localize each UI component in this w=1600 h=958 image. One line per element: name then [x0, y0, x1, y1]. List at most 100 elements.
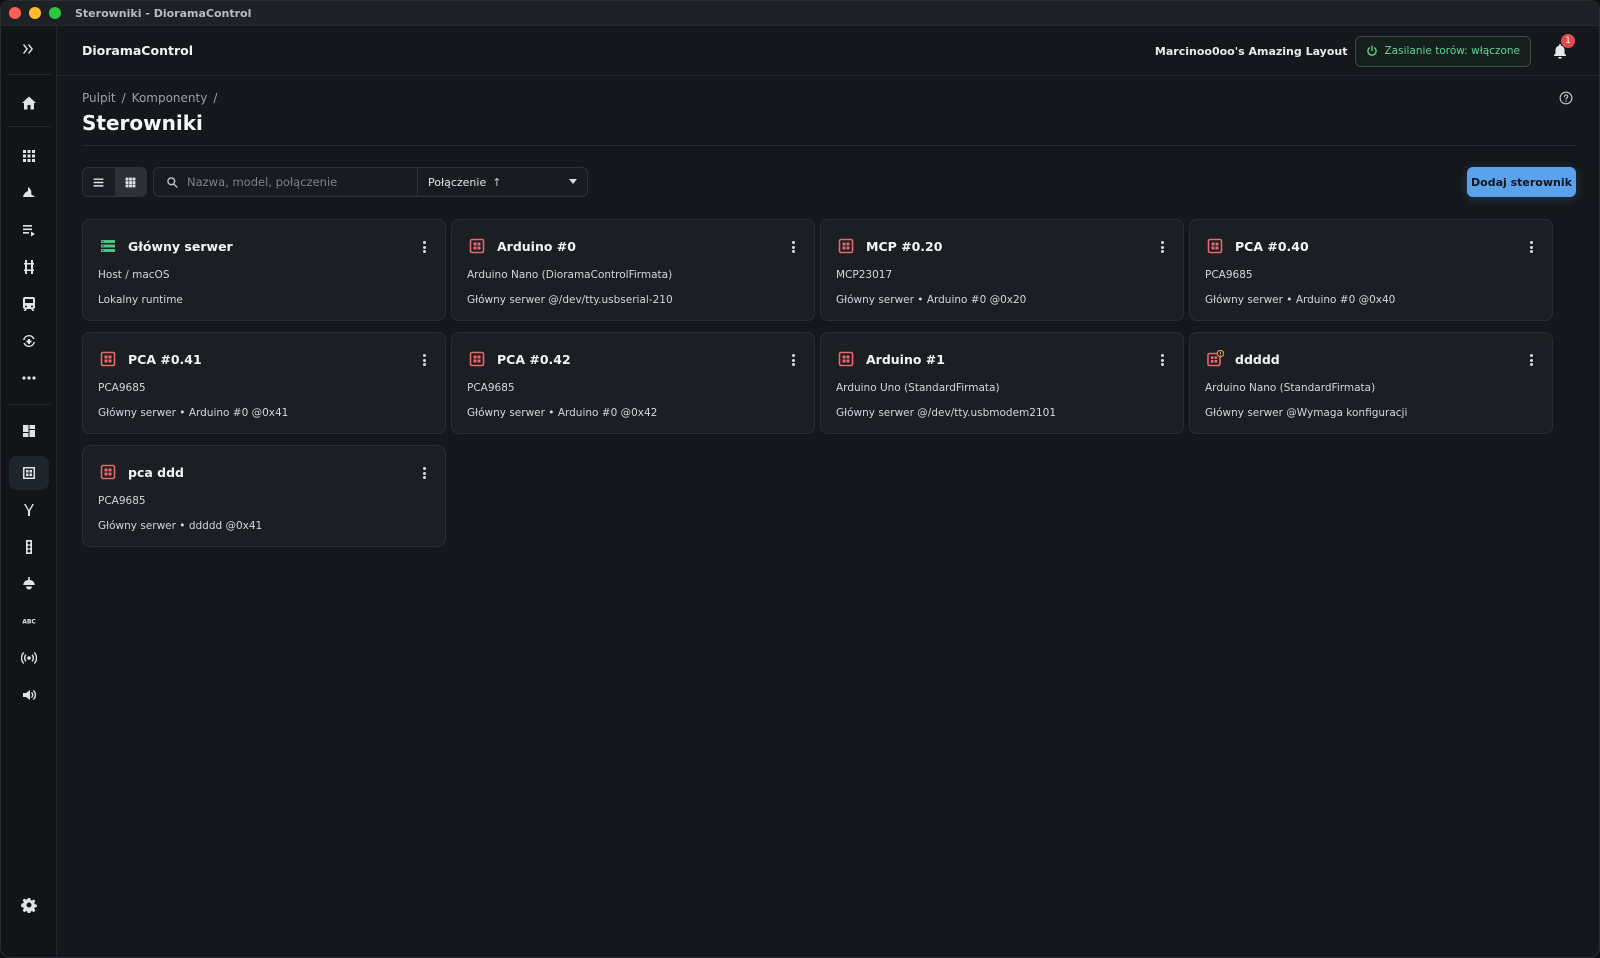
controller-name: PCA #0.42 — [497, 352, 571, 367]
controllers-icon[interactable] — [9, 456, 49, 490]
notification-count-badge: 1 — [1561, 34, 1575, 48]
controller-name: Arduino #1 — [866, 352, 945, 367]
abc-text-icon[interactable]: ABC — [9, 604, 49, 638]
more-options-icon[interactable] — [1159, 239, 1165, 255]
server-icon — [101, 240, 115, 252]
expand-sidebar-icon[interactable] — [9, 32, 49, 66]
controller-connection: Lokalny runtime — [98, 294, 183, 306]
page-title: Sterowniki — [82, 111, 203, 135]
title-divider — [82, 145, 1576, 146]
board-icon — [469, 351, 485, 367]
grid-view-button[interactable] — [114, 168, 146, 196]
more-options-icon[interactable] — [421, 465, 427, 481]
controller-connection: Główny serwer • Arduino #0 @0x41 — [98, 407, 289, 419]
board-icon — [100, 351, 116, 367]
list-icon — [93, 177, 104, 187]
controller-name: MCP #0.20 — [866, 239, 943, 254]
turnout-icon[interactable] — [9, 493, 49, 527]
breadcrumb: Pulpit / Komponenty / — [82, 91, 217, 105]
more-icon[interactable] — [9, 361, 49, 395]
controller-connection: Główny serwer • Arduino #0 @0x42 — [467, 407, 658, 419]
notifications-button[interactable]: 1 — [1545, 34, 1575, 66]
board-icon — [469, 238, 485, 254]
automation-icon[interactable] — [9, 324, 49, 358]
controller-model: PCA9685 — [98, 495, 146, 507]
controller-name: PCA #0.41 — [128, 352, 202, 367]
breadcrumb-item-komponenty[interactable]: Komponenty — [132, 91, 208, 105]
more-options-icon[interactable] — [421, 239, 427, 255]
sidebar: ABC — [1, 26, 57, 957]
search-icon — [167, 176, 178, 188]
track-power-button[interactable]: Zasilanie torów: włączone — [1355, 35, 1531, 67]
grid-icon — [125, 177, 136, 187]
apps-grid-icon[interactable] — [9, 139, 49, 173]
sidebar-divider — [7, 404, 51, 405]
search-input[interactable] — [187, 175, 407, 189]
breadcrumb-separator: / — [213, 91, 218, 105]
title-bar: Sterowniki - DioramaControl — [1, 1, 1599, 26]
more-options-icon[interactable] — [790, 352, 796, 368]
controller-card[interactable]: pca ddd PCA9685 Główny serwer • ddddd @0x4… — [82, 445, 446, 547]
controller-card[interactable]: Arduino #0 Arduino Nano (DioramaControlFi… — [451, 219, 815, 321]
board-icon — [100, 464, 116, 480]
sort-direction-arrow-icon[interactable]: ↑ — [492, 176, 501, 189]
more-options-icon[interactable] — [1159, 352, 1165, 368]
controller-name: PCA #0.40 — [1235, 239, 1309, 254]
controller-model: Arduino Nano (DioramaControlFirmata) — [467, 269, 673, 281]
board-warning-icon — [1207, 350, 1224, 367]
more-options-icon[interactable] — [790, 239, 796, 255]
controller-connection: Główny serwer • Arduino #0 @0x20 — [836, 294, 1027, 306]
chevron-down-icon — [569, 179, 577, 184]
controller-connection: Główny serwer @/dev/tty.usbmodem2101 — [836, 407, 1057, 419]
track-icon[interactable] — [9, 250, 49, 284]
traffic-light-icon[interactable] — [9, 530, 49, 564]
controller-model: PCA9685 — [1205, 269, 1253, 281]
controller-card[interactable]: ddddd Arduino Nano (StandardFirmata) Główn… — [1189, 332, 1553, 434]
controller-name: pca ddd — [128, 465, 184, 480]
add-controller-button[interactable]: Dodaj sterownik — [1467, 167, 1576, 197]
top-header: DioramaControl Marcinoo0oo's Amazing Lay… — [57, 26, 1599, 76]
controller-card[interactable]: PCA #0.41 PCA9685 Główny serwer • Arduino … — [82, 332, 446, 434]
board-icon — [1207, 238, 1223, 254]
header-actions: Marcinoo0oo's Amazing Layout Zasilanie t… — [1155, 26, 1599, 76]
controller-connection: Główny serwer @/dev/tty.usbserial-210 — [467, 294, 673, 306]
help-icon[interactable] — [1559, 91, 1573, 105]
controller-model: MCP23017 — [836, 269, 893, 281]
more-options-icon[interactable] — [1528, 239, 1534, 255]
controller-name: ddddd — [1235, 352, 1280, 367]
lamp-icon[interactable] — [9, 567, 49, 601]
controller-card[interactable]: Arduino #1 Arduino Uno (StandardFirmata) G… — [820, 332, 1184, 434]
controller-name: Arduino #0 — [497, 239, 576, 254]
sidebar-divider — [7, 74, 51, 75]
dashboard-icon[interactable] — [9, 414, 49, 448]
app-window: Sterowniki - DioramaControl ABC DioramaC… — [0, 0, 1600, 958]
window-title: Sterowniki - DioramaControl — [75, 6, 252, 20]
controller-model: Arduino Nano (StandardFirmata) — [1205, 382, 1376, 394]
more-options-icon[interactable] — [1528, 352, 1534, 368]
controller-model: PCA9685 — [467, 382, 515, 394]
controller-card[interactable]: Główny serwer Host / macOS Lokalny runtime — [82, 219, 446, 321]
list-view-button[interactable] — [83, 168, 115, 196]
controller-card[interactable]: PCA #0.40 PCA9685 Główny serwer • Arduino … — [1189, 219, 1553, 321]
breadcrumb-item-pulpit[interactable]: Pulpit — [82, 91, 116, 105]
controller-card[interactable]: PCA #0.42 PCA9685 Główny serwer • Arduino … — [451, 332, 815, 434]
view-toggle — [82, 167, 147, 197]
playlist-icon[interactable] — [9, 213, 49, 247]
more-options-icon[interactable] — [421, 352, 427, 368]
sidebar-divider — [7, 126, 51, 127]
minimize-window-button[interactable] — [29, 7, 41, 19]
board-icon — [838, 351, 854, 367]
train-icon[interactable] — [9, 287, 49, 321]
close-window-button[interactable] — [9, 7, 21, 19]
volume-icon[interactable] — [9, 678, 49, 712]
settings-gear-icon[interactable] — [9, 888, 49, 922]
signal-icon[interactable] — [9, 176, 49, 210]
layout-name[interactable]: Marcinoo0oo's Amazing Layout — [1155, 45, 1348, 58]
home-icon[interactable] — [9, 86, 49, 120]
controller-connection: Główny serwer @Wymaga konfiguracji — [1205, 407, 1408, 419]
broadcast-icon[interactable] — [9, 641, 49, 675]
sort-select[interactable]: Połączenie ↑ — [417, 167, 588, 197]
svg-text:ABC: ABC — [22, 619, 36, 626]
controller-card[interactable]: MCP #0.20 MCP23017 Główny serwer • Arduino… — [820, 219, 1184, 321]
maximize-window-button[interactable] — [49, 7, 61, 19]
